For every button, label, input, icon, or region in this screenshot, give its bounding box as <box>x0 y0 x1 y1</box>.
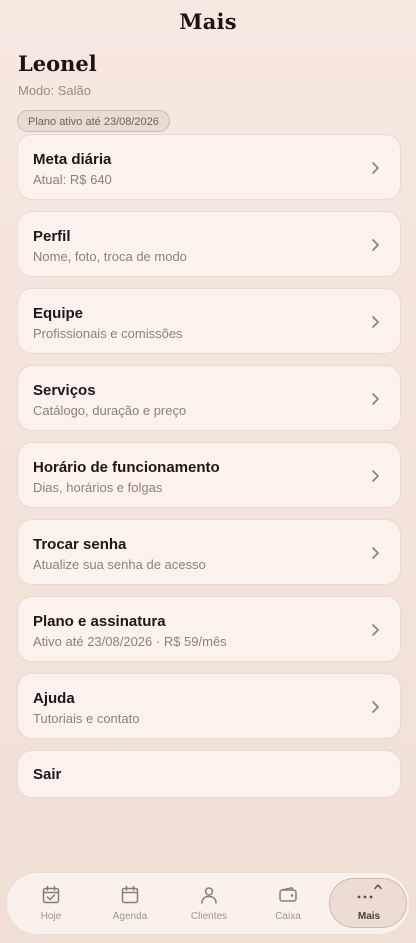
menu-item-title: Horário de funcionamento <box>33 459 220 476</box>
tab-hoje[interactable]: Hoje <box>12 873 90 934</box>
menu-item-team[interactable]: Equipe Profissionais e comissões <box>17 288 401 354</box>
tab-label: Hoje <box>40 911 62 922</box>
chevron-right-icon <box>372 239 379 251</box>
chevron-right-icon <box>372 624 379 636</box>
chevron-right-icon <box>372 162 379 174</box>
menu-item-services[interactable]: Serviços Catálogo, duração e preço <box>17 365 401 431</box>
menu-item-subtitle: Catálogo, duração e preço <box>33 403 187 418</box>
menu-item-title: Plano e assinatura <box>33 613 166 630</box>
menu-item-title: Meta diária <box>33 151 112 168</box>
logout-button[interactable]: Sair <box>17 750 401 798</box>
menu-item-title: Equipe <box>33 305 84 322</box>
menu-item-title: Perfil <box>33 228 71 245</box>
tab-clientes[interactable]: Clientes <box>170 873 248 934</box>
menu-item-plan-subscription[interactable]: Plano e assinatura Ativo até 23/08/2026 … <box>17 596 401 662</box>
page-title: Mais <box>179 9 237 34</box>
menu-item-business-hours[interactable]: Horário de funcionamento Dias, horários … <box>17 442 401 508</box>
menu-item-title: Serviços <box>33 382 96 399</box>
menu-item-help[interactable]: Ajuda Tutoriais e contato <box>17 673 401 739</box>
chevron-right-icon <box>372 393 379 405</box>
menu-item-subtitle: Atual: R$ 640 <box>33 172 112 187</box>
menu-item-subtitle: Tutoriais e contato <box>33 711 140 726</box>
chevron-right-icon <box>372 701 379 713</box>
wallet-icon <box>279 887 297 902</box>
calendar-icon <box>121 885 139 904</box>
user-name: Leonel <box>18 51 97 76</box>
chevron-right-icon <box>372 470 379 482</box>
bottom-tab-bar: Hoje Agenda Clientes Caixa Mais <box>6 872 410 935</box>
menu-item-subtitle: Nome, foto, troca de modo <box>33 249 187 264</box>
menu-item-title: Trocar senha <box>33 536 127 553</box>
logout-label: Sair <box>33 766 62 783</box>
menu-item-subtitle: Atualize sua senha de acesso <box>33 557 206 572</box>
menu-item-daily-goal[interactable]: Meta diária Atual: R$ 640 <box>17 134 401 200</box>
tab-label: Clientes <box>190 911 228 922</box>
tab-label: Agenda <box>112 911 148 922</box>
menu-item-title: Ajuda <box>33 690 75 707</box>
tab-agenda[interactable]: Agenda <box>91 873 169 934</box>
menu-item-subtitle: Ativo até 23/08/2026 · R$ 59/mês <box>33 634 227 649</box>
menu-item-subtitle: Dias, horários e folgas <box>33 480 163 495</box>
settings-menu: Meta diária Atual: R$ 640 Perfil Nome, f… <box>17 134 401 809</box>
menu-item-change-password[interactable]: Trocar senha Atualize sua senha de acess… <box>17 519 401 585</box>
more-dots-icon <box>357 895 373 899</box>
chevron-up-icon <box>374 884 382 890</box>
chevron-right-icon <box>372 316 379 328</box>
menu-item-profile[interactable]: Perfil Nome, foto, troca de modo <box>17 211 401 277</box>
tab-caixa[interactable]: Caixa <box>249 873 327 934</box>
plan-status-badge: Plano ativo até 23/08/2026 <box>17 110 170 132</box>
tab-label: Mais <box>357 911 381 922</box>
chevron-right-icon <box>372 547 379 559</box>
menu-item-subtitle: Profissionais e comissões <box>33 326 183 341</box>
tab-label: Caixa <box>275 911 301 922</box>
user-icon <box>201 887 217 904</box>
tab-mais[interactable]: Mais <box>329 878 407 928</box>
user-mode: Modo: Salão <box>18 83 91 98</box>
calendar-check-icon <box>42 885 60 904</box>
